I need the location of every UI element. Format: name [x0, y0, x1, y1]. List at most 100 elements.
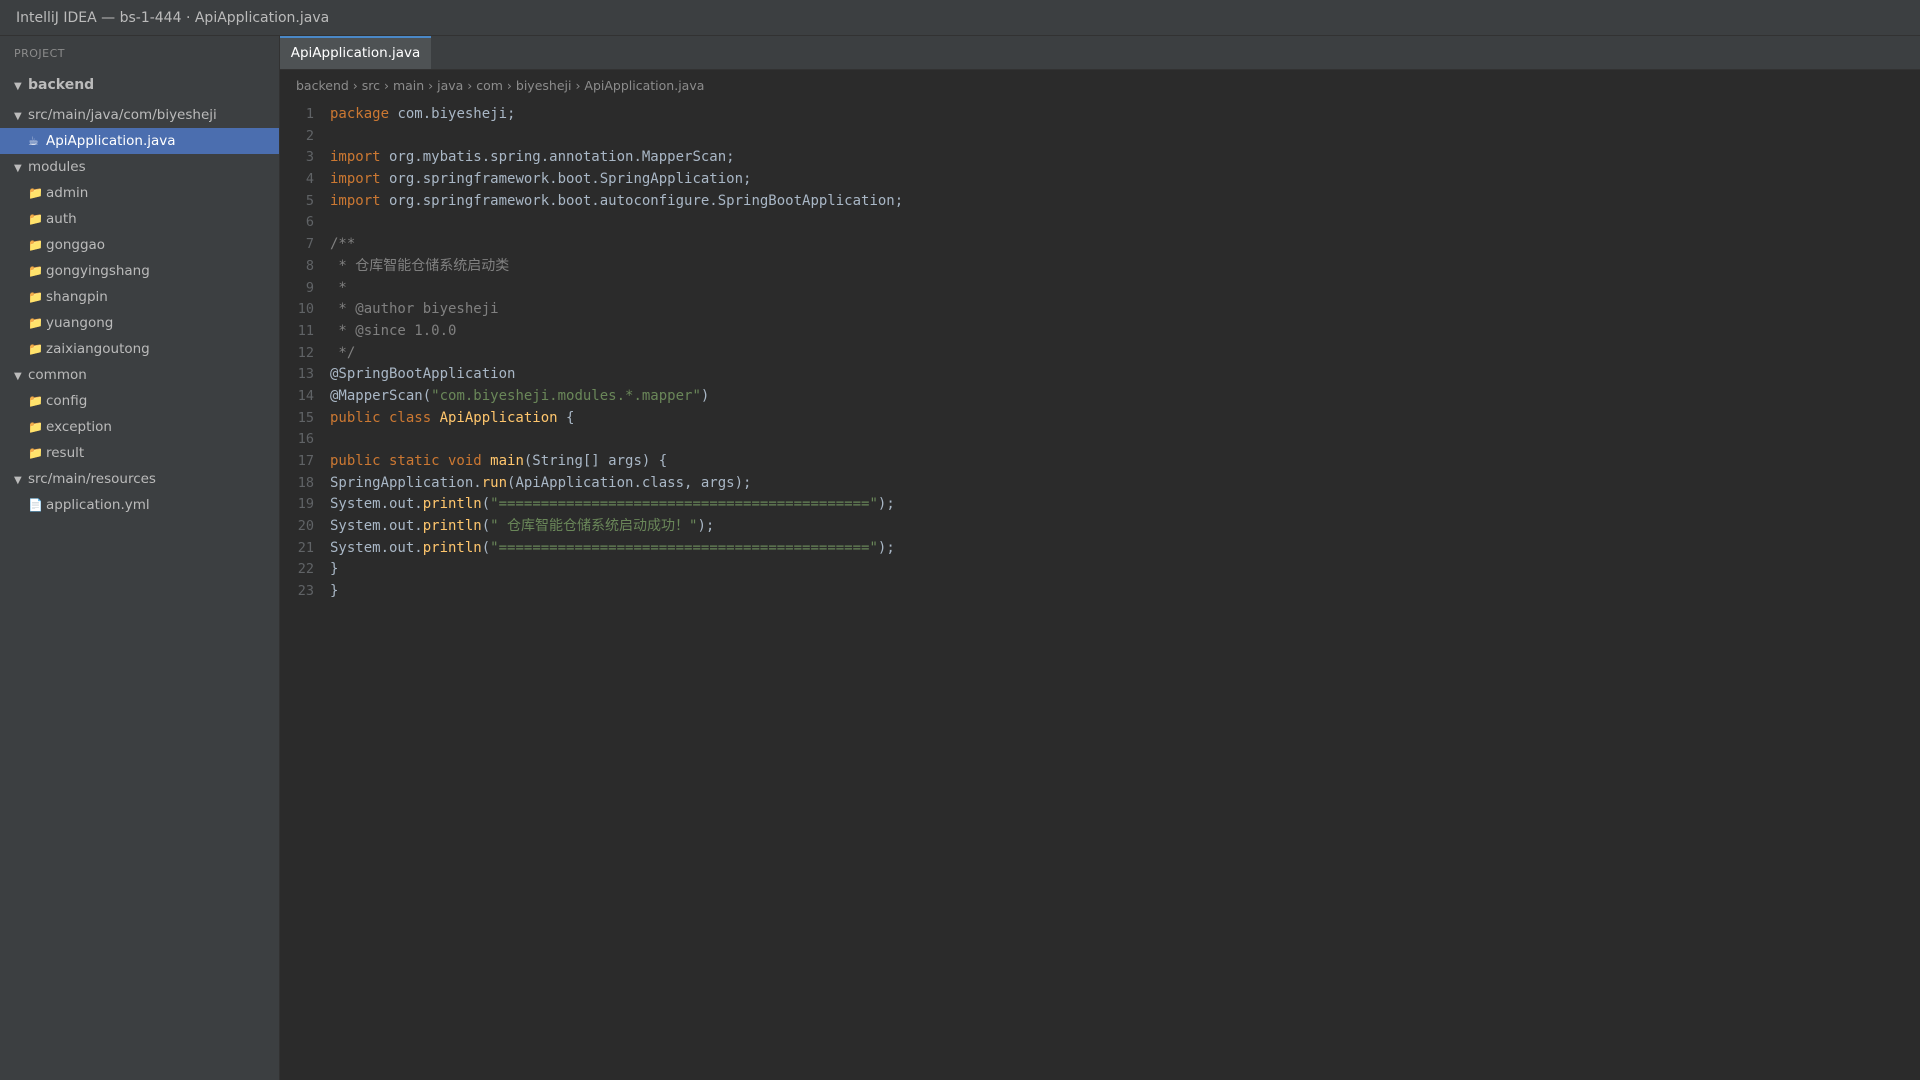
- code-token: }: [330, 583, 339, 600]
- code-token: public static void: [330, 453, 491, 469]
- tree-item-label: gonggao: [46, 237, 106, 253]
- code-token: (: [481, 539, 491, 556]
- code-token: println: [422, 496, 482, 513]
- code-token: println: [422, 539, 482, 556]
- code-line[interactable]: 15 public class ApiApplication {: [280, 408, 1920, 430]
- code-line[interactable]: 8 * 仓库智能仓储系统启动类: [280, 256, 1920, 278]
- code-line[interactable]: 18 SpringApplication.run(ApiApplication.c…: [280, 473, 1920, 495]
- line-number: 17: [297, 453, 314, 469]
- code-token: );: [697, 518, 715, 535]
- code-line[interactable]: 16: [280, 429, 1920, 451]
- code-line[interactable]: 2: [280, 126, 1920, 148]
- tree-item-result[interactable]: 📁 result: [0, 440, 279, 466]
- code-token: SpringApplication.: [330, 474, 482, 491]
- tree-item-apiapplication-java[interactable]: ☕ ApiApplication.java: [0, 128, 279, 154]
- tree-item-src-main-java-com-biyesheji[interactable]: ▼ src/main/java/com/biyesheji: [0, 102, 279, 128]
- code-token: package: [330, 106, 390, 122]
- title-bar: IntelliJ IDEA — bs-1-444 · ApiApplicatio…: [0, 0, 1920, 36]
- tree-item-label: common: [28, 367, 87, 383]
- line-number: 3: [305, 149, 314, 166]
- code-token: org.springframework.boot.SpringApplicati…: [380, 171, 752, 188]
- code-line[interactable]: 3 import org.mybatis.spring.annotation.Ma…: [280, 147, 1920, 169]
- tree-item-gonggao[interactable]: 📁 gonggao: [0, 232, 279, 258]
- tree-item-config[interactable]: 📁 config: [0, 388, 279, 414]
- code-token: println: [422, 518, 482, 535]
- code-token: com.biyesheji;: [389, 106, 516, 122]
- code-token: " 仓库智能仓储系统启动成功！": [490, 518, 698, 535]
- folder-icon: 📁: [28, 186, 43, 200]
- tree-item-auth[interactable]: 📁 auth: [0, 206, 279, 232]
- code-line[interactable]: 21 System.out.println("==================…: [280, 538, 1920, 560]
- breadcrumb[interactable]: backend › src › main › java › com › biye…: [280, 70, 1920, 102]
- project-sidebar: PROJECT ▼ backend ▼ src/main/java/com/biye…: [0, 36, 280, 1080]
- code-line[interactable]: 14 @MapperScan("com.biyesheji.modules.*.m…: [280, 386, 1920, 408]
- code-line[interactable]: 4 import org.springframework.boot.SpringA…: [280, 169, 1920, 191]
- chevron-down-icon[interactable]: ▼: [14, 364, 28, 390]
- tree-root-label: backend: [28, 77, 95, 93]
- chevron-down-icon[interactable]: ▼: [14, 104, 28, 130]
- code-token: "=======================================…: [490, 539, 878, 556]
- folder-icon: 📁: [28, 290, 43, 304]
- code-line[interactable]: 11 * @since 1.0.0: [280, 321, 1920, 343]
- tree-item-admin[interactable]: 📁 admin: [0, 180, 279, 206]
- code-line[interactable]: 20 System.out.println(" 仓库智能仓储系统启动成功！");: [280, 516, 1920, 538]
- folder-icon: 📁: [28, 264, 43, 278]
- code-line[interactable]: 7 /**: [280, 234, 1920, 256]
- code-token: /**: [330, 236, 356, 253]
- chevron-down-icon[interactable]: ▼: [14, 156, 28, 182]
- line-number: 16: [297, 431, 314, 448]
- code-line[interactable]: 6: [280, 212, 1920, 234]
- code-token: * @author biyesheji: [330, 301, 499, 318]
- tree-item-modules[interactable]: ▼ modules: [0, 154, 279, 180]
- folder-icon: 📁: [28, 420, 43, 434]
- tree-item-src-main-resources[interactable]: ▼ src/main/resources: [0, 466, 279, 492]
- tree-item-yuangong[interactable]: 📁 yuangong: [0, 310, 279, 336]
- code-line[interactable]: 23}: [280, 581, 1920, 603]
- code-editor[interactable]: 1 package com.biyesheji; 2 3 import org.myba…: [280, 102, 1920, 603]
- code-token: org.mybatis.spring.annotation.MapperScan…: [380, 149, 735, 166]
- line-number: 21: [297, 539, 314, 556]
- line-number: 1: [305, 106, 314, 122]
- code-line[interactable]: 13 @SpringBootApplication: [280, 364, 1920, 386]
- folder-icon: 📁: [28, 342, 43, 356]
- tree-item-zaixiangoutong[interactable]: 📁 zaixiangoutong: [0, 336, 279, 362]
- chevron-down-icon[interactable]: ▼: [14, 468, 28, 494]
- code-token: *: [330, 279, 347, 296]
- editor-area: ApiApplication.java backend › src › main…: [280, 36, 1920, 1080]
- code-token: @SpringBootApplication: [330, 366, 516, 383]
- tree-item-label: zaixiangoutong: [46, 341, 150, 357]
- folder-icon: 📁: [28, 316, 43, 330]
- tree-item-label: admin: [46, 185, 89, 201]
- tab-label: ApiApplication.java: [290, 45, 421, 61]
- code-line[interactable]: 19 System.out.println("==================…: [280, 494, 1920, 516]
- tree-item-label: application.yml: [46, 497, 150, 513]
- code-token: public class: [330, 409, 440, 426]
- code-token: import: [330, 192, 381, 209]
- code-line[interactable]: 17 public static void main(String[] args)…: [280, 451, 1920, 473]
- tree-item-common[interactable]: ▼ common: [0, 362, 279, 388]
- code-line[interactable]: 1 package com.biyesheji;: [280, 104, 1920, 126]
- code-line[interactable]: 5 import org.springframework.boot.autocon…: [280, 191, 1920, 213]
- tree-item-label: exception: [46, 419, 112, 435]
- tree-item-application-yml[interactable]: 📄 application.yml: [0, 492, 279, 518]
- code-token: System.out.: [330, 539, 423, 556]
- line-number: 8: [305, 257, 314, 274]
- folder-icon: 📁: [28, 212, 43, 226]
- tree-item-shangpin[interactable]: 📁 shangpin: [0, 284, 279, 310]
- line-number: 22: [297, 561, 314, 578]
- tree-item-exception[interactable]: 📁 exception: [0, 414, 279, 440]
- folder-icon: 📁: [28, 446, 43, 460]
- code-line[interactable]: 10 * @author biyesheji: [280, 299, 1920, 321]
- line-number: 15: [297, 409, 314, 426]
- tree-root-backend[interactable]: ▼ backend: [0, 72, 279, 98]
- chevron-down-icon[interactable]: ▼: [14, 74, 28, 100]
- line-number: 18: [297, 474, 314, 491]
- code-token: {: [557, 409, 575, 426]
- code-line[interactable]: 9 *: [280, 278, 1920, 300]
- tree-item-gongyingshang[interactable]: 📁 gongyingshang: [0, 258, 279, 284]
- code-token: */: [330, 344, 356, 361]
- tab-apiapplication-java[interactable]: ApiApplication.java: [280, 36, 431, 69]
- code-line[interactable]: 12 */: [280, 343, 1920, 365]
- code-line[interactable]: 22}: [280, 559, 1920, 581]
- code-token: (: [481, 518, 491, 535]
